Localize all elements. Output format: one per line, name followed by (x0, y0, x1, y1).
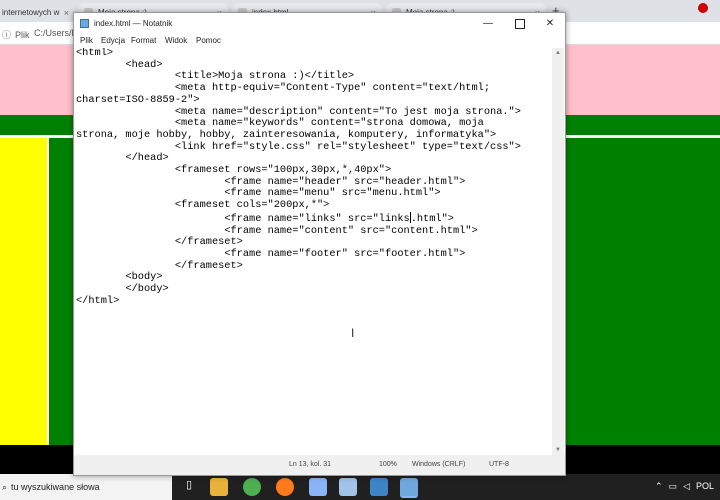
system-tray: ⌃ ▭ ◁ POL (655, 481, 714, 492)
maximize-icon (515, 18, 525, 29)
task-view-icon[interactable]: ▯ (180, 478, 198, 496)
line-endings: Windows (CRLF) (412, 461, 466, 468)
chevron-up-icon[interactable]: ⌃ (655, 481, 663, 492)
window-title: index.html — Notatnik (94, 19, 173, 28)
network-icon[interactable]: ▭ (669, 481, 678, 492)
tab-label: internetowych w (2, 8, 60, 17)
app-icon[interactable] (370, 478, 388, 496)
menu-edit[interactable]: Edycja (101, 36, 125, 45)
address-text: C:/Users/h (34, 28, 77, 38)
scroll-down-icon[interactable]: ▼ (555, 447, 561, 453)
scroll-up-icon[interactable]: ▲ (555, 50, 561, 56)
file-explorer-icon[interactable] (210, 478, 228, 496)
cursor-position: Ln 13, kol. 31 (289, 461, 332, 468)
vertical-scrollbar[interactable]: ▲ ▼ (552, 48, 564, 455)
editor-text: <html> <head> <title>Moja strona :)</tit… (76, 48, 521, 225)
menu-file[interactable]: Plik (80, 36, 93, 45)
file-info-icon: ⓘ Plik (2, 29, 30, 41)
close-icon[interactable]: × (64, 8, 69, 18)
close-button[interactable]: ✕ (535, 13, 565, 34)
chrome-icon[interactable] (243, 478, 261, 496)
menu-view[interactable]: Widok (165, 36, 187, 45)
title-bar[interactable]: index.html — Notatnik — ✕ (74, 13, 565, 34)
text-editor[interactable]: <html> <head> <title>Moja strona :)</tit… (74, 48, 552, 455)
notepad-window: index.html — Notatnik — ✕ Plik Edycja Fo… (73, 12, 566, 476)
input-language[interactable]: POL (696, 481, 714, 492)
search-placeholder: tu wyszukiwane słowa (11, 482, 100, 492)
menu-help[interactable]: Pomoc (196, 36, 221, 45)
menu-bar: Plik Edycja Format Widok Pomoc (74, 34, 565, 48)
minimize-button[interactable]: — (473, 13, 503, 34)
maximize-button[interactable] (505, 13, 535, 34)
search-icon: ⌕ (2, 481, 8, 492)
status-bar: Ln 13, kol. 31 100% Windows (CRLF) UTF-8 (74, 455, 565, 475)
notepad-taskbar-icon[interactable] (400, 478, 418, 498)
taskbar-search-input[interactable]: ⌕ tu wyszukiwane słowa (0, 474, 172, 500)
app-icon[interactable] (339, 478, 357, 496)
editor-text: .html"> <frame name="content" src="conte… (76, 212, 478, 307)
notepad-icon (80, 19, 89, 28)
volume-icon[interactable]: ◁ (683, 481, 690, 492)
menu-format[interactable]: Format (131, 36, 156, 45)
page-links-frame (0, 138, 47, 445)
profile-icon[interactable] (698, 3, 708, 13)
address-scheme: Plik (15, 29, 30, 40)
encoding: UTF-8 (489, 461, 509, 468)
calculator-icon[interactable] (309, 478, 327, 496)
firefox-icon[interactable] (276, 478, 294, 496)
zoom-level: 100% (379, 461, 397, 468)
mouse-cursor-icon: I (351, 326, 355, 340)
browser-tab[interactable]: internetowych w × (0, 3, 75, 22)
